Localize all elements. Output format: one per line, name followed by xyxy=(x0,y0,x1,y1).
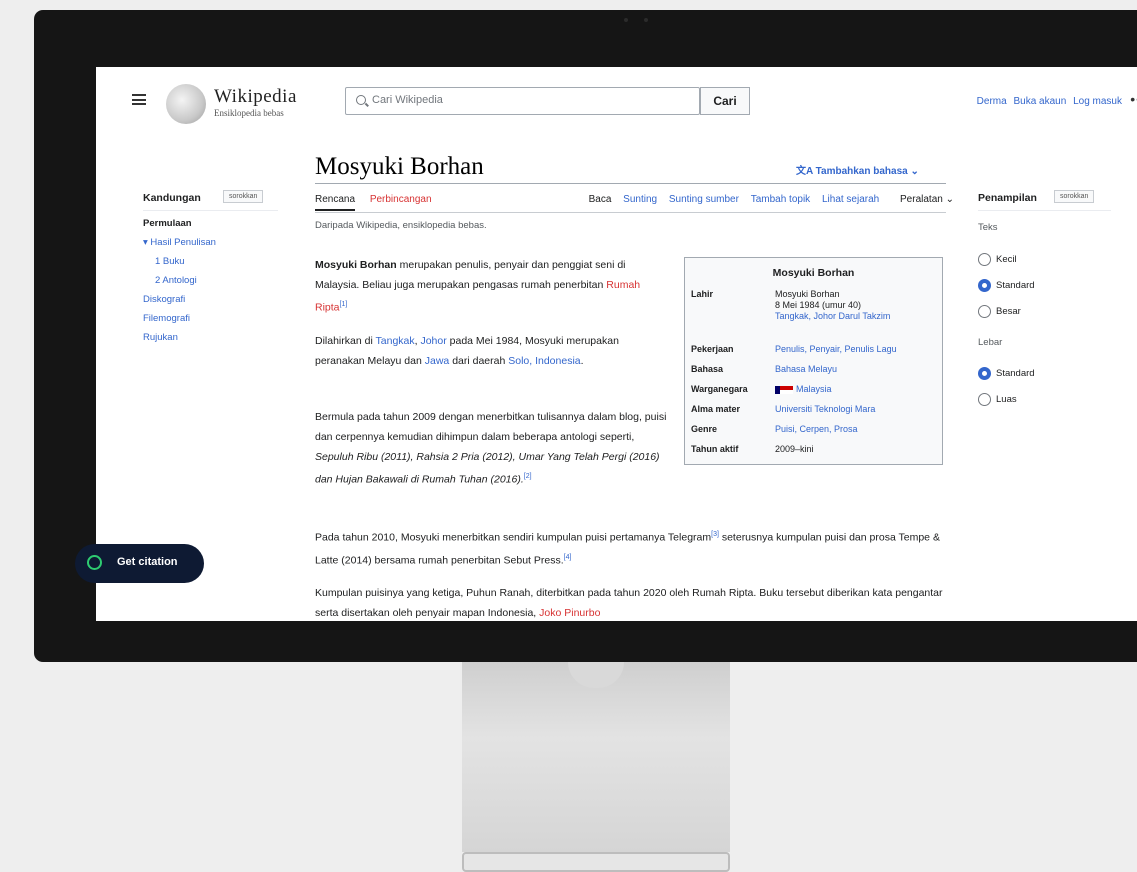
toc-item-anthology[interactable]: 2 Antologi xyxy=(143,275,216,286)
search-icon xyxy=(356,95,366,105)
width-label: Lebar xyxy=(978,337,1003,348)
toc-item-discography[interactable]: Diskografi xyxy=(143,294,216,305)
infobox-title: Mosyuki Borhan xyxy=(772,267,855,279)
toc-item-filmography[interactable]: Filemografi xyxy=(143,313,216,324)
camera xyxy=(624,18,650,22)
appearance-heading: Penampilan xyxy=(978,192,1037,204)
main-menu-icon[interactable] xyxy=(132,94,146,105)
tab-add-topic[interactable]: Tambah topik xyxy=(751,194,810,205)
radio-circle[interactable] xyxy=(978,393,991,406)
get-citation-button[interactable]: Get citation xyxy=(75,544,204,583)
wikipedia-tagline: Ensiklopedia bebas xyxy=(214,108,284,118)
text-size-label: Teks xyxy=(978,222,998,233)
paragraph-intro: Mosyuki Borhan merupakan penulis, penyai… xyxy=(315,259,641,314)
grammarly-g-icon xyxy=(87,555,102,570)
paragraph-poetry: Pada tahun 2010, Mosyuki menerbitkan sen… xyxy=(315,531,940,566)
table-of-contents: Permulaan ▾ Hasil Penulisan 1 Buku 2 Ant… xyxy=(143,218,216,351)
personal-tools: Derma Buka akaun Log masuk xyxy=(973,96,1122,107)
johor-link[interactable]: Johor xyxy=(420,335,446,347)
tangkak-link[interactable]: Tangkak xyxy=(376,335,415,347)
paragraph-career: Bermula pada tahun 2009 dengan menerbitk… xyxy=(315,411,667,486)
appearance-hide-button[interactable]: sorokkan xyxy=(1054,190,1095,203)
text-size-small-radio[interactable]: Kecil xyxy=(978,253,1017,266)
appearance-divider xyxy=(978,210,1111,211)
browser-screen: Wikipedia Ensiklopedia bebas Cari Wikipe… xyxy=(96,67,1137,621)
view-tabs: Baca Sunting Sunting sumber Tambah topik… xyxy=(580,194,954,205)
ref-4[interactable]: [4] xyxy=(564,554,572,561)
jawa-link[interactable]: Jawa xyxy=(425,355,450,367)
width-wide-radio[interactable]: Luas xyxy=(978,393,1017,406)
login-link[interactable]: Log masuk xyxy=(1073,96,1122,107)
text-size-standard-radio[interactable]: Standard xyxy=(978,279,1035,292)
toc-item-works[interactable]: ▾ Hasil Penulisan xyxy=(143,237,216,248)
toc-heading: Kandungan xyxy=(143,192,201,204)
malaysia-flag-icon xyxy=(775,385,793,394)
stand-base xyxy=(462,852,730,872)
ref-3[interactable]: [3] xyxy=(711,531,719,538)
paragraph-birth: Dilahirkan di Tangkak, Johor pada Mei 19… xyxy=(315,335,619,367)
wikipedia-wordmark[interactable]: Wikipedia xyxy=(214,86,297,108)
width-standard-radio[interactable]: Standard xyxy=(978,367,1035,380)
toc-item-beginning[interactable]: Permulaan xyxy=(143,218,216,229)
radio-circle[interactable] xyxy=(978,305,991,318)
search-button[interactable]: Cari xyxy=(700,87,750,115)
tab-view-history[interactable]: Lihat sejarah xyxy=(822,194,879,205)
radio-circle[interactable] xyxy=(978,253,991,266)
paragraph-third-collection: Kumpulan puisinya yang ketiga, Puhun Ran… xyxy=(315,587,943,619)
tab-talk[interactable]: Perbincangan xyxy=(370,194,432,205)
create-account-link[interactable]: Buka akaun xyxy=(1013,96,1066,107)
tab-edit-source[interactable]: Sunting sumber xyxy=(669,194,739,205)
monitor-stand xyxy=(462,662,730,852)
born-place-link[interactable]: Tangkak, Johor Darul Takzim xyxy=(775,311,890,321)
ref-2[interactable]: [2] xyxy=(524,473,532,480)
search-field[interactable]: Cari Wikipedia xyxy=(345,87,700,115)
tools-dropdown[interactable]: Peralatan ⌄ xyxy=(891,194,954,205)
search-input[interactable]: Cari Wikipedia xyxy=(372,94,443,106)
born-date: 8 Mei 1984 (umur 40) xyxy=(775,300,862,310)
radio-circle-selected[interactable] xyxy=(978,367,991,380)
text-size-large-radio[interactable]: Besar xyxy=(978,305,1021,318)
namespace-tabs: Rencana Perbincangan xyxy=(315,194,444,211)
page-title: Mosyuki Borhan xyxy=(315,153,484,180)
more-options-icon[interactable]: ••• xyxy=(1130,91,1137,107)
add-language-button[interactable]: 文A Tambahkan bahasa ⌄ xyxy=(796,162,919,177)
joko-pinurbo-link[interactable]: Joko Pinurbo xyxy=(539,607,600,619)
toc-divider xyxy=(143,210,278,211)
title-divider xyxy=(315,183,946,184)
toc-item-books[interactable]: 1 Buku xyxy=(143,256,216,267)
tab-read[interactable]: Baca xyxy=(589,194,612,205)
born-name: Mosyuki Borhan xyxy=(775,289,840,299)
tab-edit[interactable]: Sunting xyxy=(623,194,657,205)
infobox: Mosyuki Borhan Lahir Mosyuki Borhan 8 Me… xyxy=(684,257,943,465)
toc-item-references[interactable]: Rujukan xyxy=(143,332,216,343)
tabs-divider xyxy=(315,212,946,213)
donate-link[interactable]: Derma xyxy=(977,96,1007,107)
solo-link[interactable]: Solo, Indonesia xyxy=(508,355,580,367)
wikipedia-globe-logo[interactable] xyxy=(166,84,206,124)
radio-circle-selected[interactable] xyxy=(978,279,991,292)
toc-hide-button[interactable]: sorokkan xyxy=(223,190,264,203)
tab-article[interactable]: Rencana xyxy=(315,194,356,211)
ref-1[interactable]: [1] xyxy=(340,301,348,308)
site-subtitle: Daripada Wikipedia, ensiklopedia bebas. xyxy=(315,220,487,231)
